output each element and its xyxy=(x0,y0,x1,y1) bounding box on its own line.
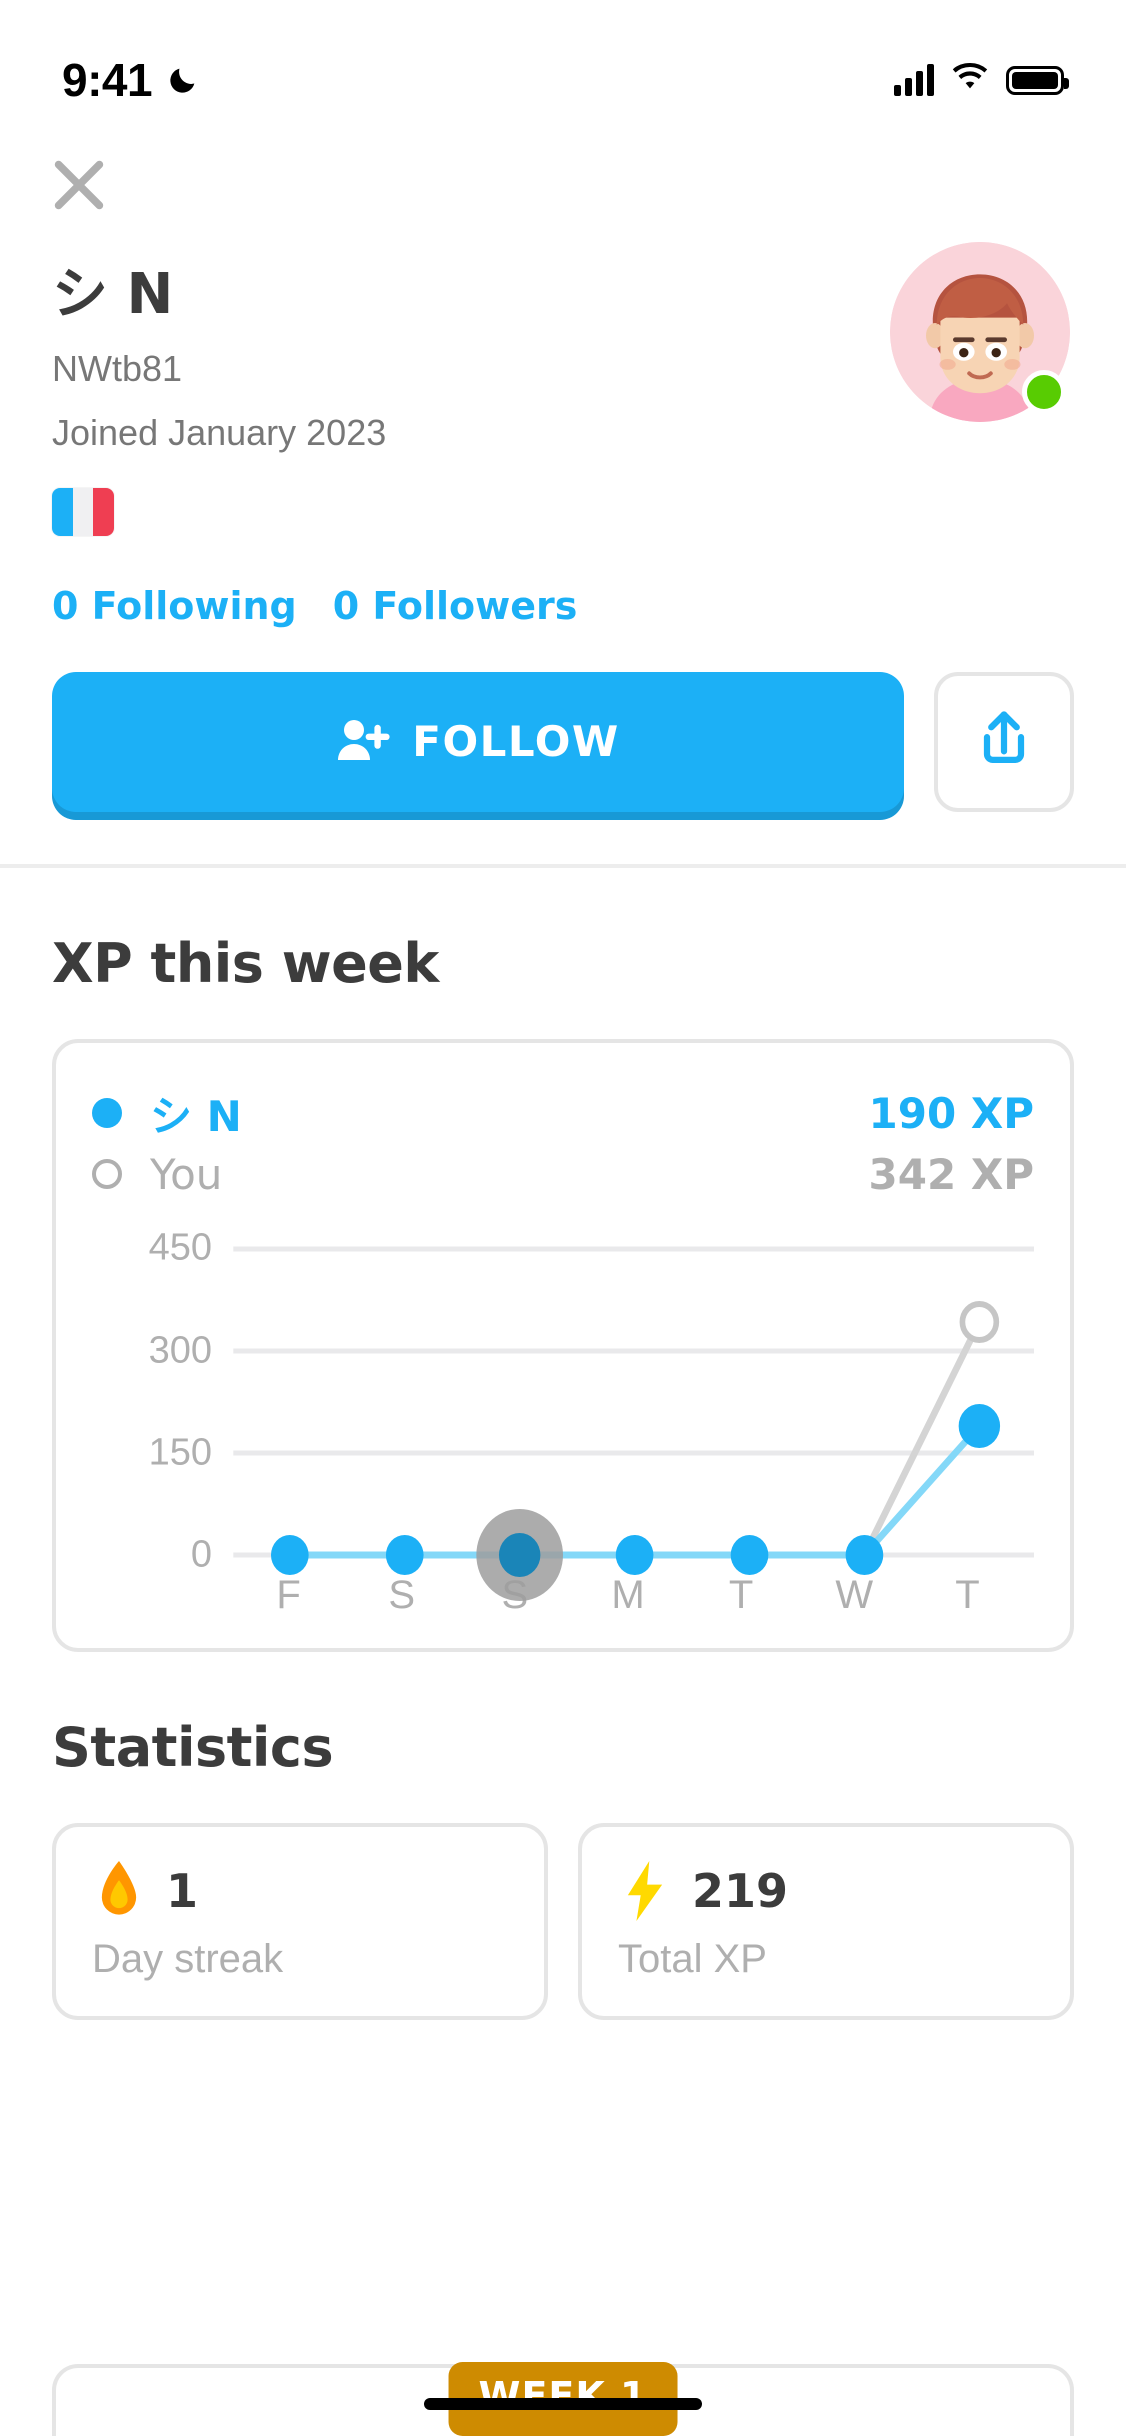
xp-line-chart: 450 300 150 0 xyxy=(92,1226,1034,1601)
y-tick-150: 150 xyxy=(148,1431,212,1474)
close-x-icon[interactable] xyxy=(44,150,114,220)
data-point-shi-n-2 xyxy=(498,1532,541,1577)
avatar-wrapper[interactable] xyxy=(890,242,1070,422)
wifi-icon xyxy=(950,62,990,98)
follow-button-label: FOLLOW xyxy=(412,717,620,767)
stat-card-day-streak: 1 Day streak xyxy=(52,1822,548,2020)
legend-marker-filled-icon xyxy=(92,1098,122,1129)
status-bar-left: 9:41 xyxy=(62,53,200,107)
legend-left-1: You xyxy=(92,1150,222,1199)
statistics-section: Statistics 1 Day streak 219 Total XP xyxy=(0,1716,1126,2020)
crescent-moon-icon xyxy=(166,63,200,97)
data-point-you-6 xyxy=(959,1300,1000,1343)
xp-section: XP this week シ N 190 XP You 342 XP 450 3… xyxy=(0,932,1126,1652)
data-point-shi-n-6 xyxy=(958,1403,1001,1448)
chart-x-axis: F S S M T W T xyxy=(92,1573,1034,1618)
following-link[interactable]: 0 Following xyxy=(52,584,297,628)
data-point-shi-n-4 xyxy=(730,1534,769,1575)
online-status-indicator xyxy=(1022,370,1066,414)
stat-top-0: 1 xyxy=(92,1860,508,1921)
stat-top-1: 219 xyxy=(618,1860,1034,1921)
chart-legend-row-0: シ N 190 XP xyxy=(92,1083,1034,1144)
profile-header: シ N NWtb81 Joined January 2023 0 Followi… xyxy=(0,220,1126,812)
y-tick-450: 450 xyxy=(148,1226,212,1269)
battery-full-icon xyxy=(1006,65,1069,95)
social-stats-row: 0 Following 0 Followers xyxy=(52,584,1074,628)
cellular-bars-icon xyxy=(894,64,934,96)
legend-label-0: シ N xyxy=(150,1091,242,1141)
data-point-shi-n-0 xyxy=(270,1534,309,1575)
legend-label-1: You xyxy=(150,1149,223,1199)
series-line-you xyxy=(286,1318,983,1559)
legend-left-0: シ N xyxy=(92,1083,242,1144)
stat-card-total-xp: 219 Total XP xyxy=(578,1822,1074,2020)
statistics-section-title: Statistics xyxy=(52,1715,334,1779)
data-point-shi-n-3 xyxy=(615,1534,654,1575)
home-indicator xyxy=(424,2398,702,2410)
x-tick-0: F xyxy=(276,1572,301,1617)
chart-legend-row-1: You 342 XP xyxy=(92,1150,1034,1199)
profile-actions-row: FOLLOW xyxy=(52,671,1074,812)
stat-value-1: 219 xyxy=(692,1863,789,1918)
share-upload-icon xyxy=(970,706,1038,777)
x-tick-4: T xyxy=(728,1572,754,1617)
france-flag-icon xyxy=(52,487,114,536)
chart-svg xyxy=(233,1246,1034,1601)
stat-label-1: Total XP xyxy=(618,1936,767,1981)
status-bar: 9:41 xyxy=(0,0,1126,120)
x-tick-3: M xyxy=(611,1572,645,1617)
y-tick-300: 300 xyxy=(148,1329,212,1372)
section-divider xyxy=(0,863,1126,868)
xp-section-title: XP this week xyxy=(52,931,439,995)
statistics-grid: 1 Day streak 219 Total XP xyxy=(52,1822,1074,2020)
x-tick-6: T xyxy=(955,1572,980,1617)
share-button[interactable] xyxy=(934,671,1074,812)
stat-label-0: Day streak xyxy=(92,1936,284,1981)
legend-marker-open-icon xyxy=(92,1159,122,1190)
follow-button[interactable]: FOLLOW xyxy=(52,671,904,812)
followers-link[interactable]: 0 Followers xyxy=(333,584,578,628)
legend-value-1: 342 XP xyxy=(868,1149,1034,1199)
status-bar-right xyxy=(894,62,1069,98)
x-tick-1: S xyxy=(388,1572,416,1617)
x-tick-5: W xyxy=(835,1572,874,1617)
data-point-shi-n-5 xyxy=(845,1534,884,1575)
legend-value-0: 190 XP xyxy=(868,1088,1034,1138)
xp-chart-card: シ N 190 XP You 342 XP 450 300 150 0 F S … xyxy=(52,1038,1074,1652)
stat-value-0: 1 xyxy=(166,1863,199,1918)
close-row xyxy=(0,120,1126,220)
data-point-shi-n-1 xyxy=(385,1534,424,1575)
person-add-icon xyxy=(336,715,392,768)
status-bar-time: 9:41 xyxy=(62,54,153,106)
y-tick-0: 0 xyxy=(190,1533,212,1576)
lightning-icon xyxy=(618,1860,672,1921)
flame-icon xyxy=(92,1860,146,1921)
